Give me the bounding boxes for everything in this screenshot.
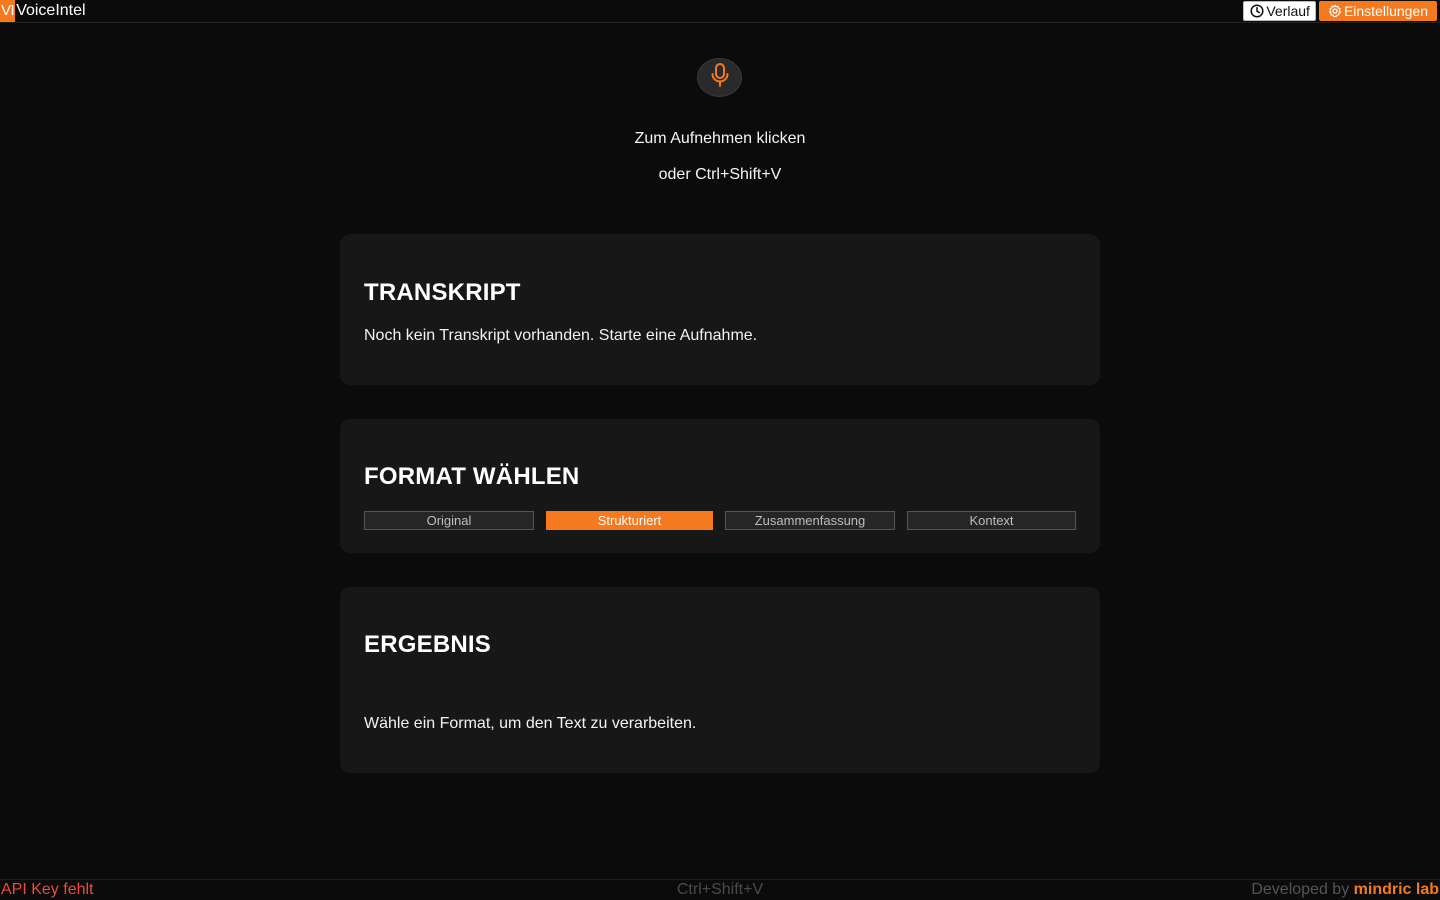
shortcut-hint: Ctrl+Shift+V xyxy=(676,881,764,898)
credit-brand-link[interactable]: mindric lab xyxy=(1354,881,1439,898)
format-card: FORMAT WÄHLEN Original Strukturiert Zusa… xyxy=(340,419,1100,553)
microphone-icon xyxy=(709,62,731,93)
record-shortcut-hint: oder Ctrl+Shift+V xyxy=(658,166,782,183)
credit-prefix: Developed by xyxy=(1251,881,1350,898)
top-bar: VI VoiceIntel Verlauf Einstellungen xyxy=(0,0,1440,23)
history-button[interactable]: Verlauf xyxy=(1243,1,1316,21)
format-summary-button[interactable]: Zusammenfassung xyxy=(725,511,895,530)
developer-credit: Developed by mindric lab xyxy=(1251,881,1439,899)
format-options: Original Strukturiert Zusammenfassung Ko… xyxy=(364,511,1076,530)
result-card: ERGEBNIS Wähle ein Format, um den Text z… xyxy=(340,587,1100,773)
header-actions: Verlauf Einstellungen xyxy=(1243,1,1440,21)
gear-icon xyxy=(1328,4,1342,18)
brand: VI VoiceIntel xyxy=(0,0,86,23)
transcript-title: TRANSKRIPT xyxy=(364,279,521,306)
transcript-card: TRANSKRIPT Noch kein Transkript vorhande… xyxy=(340,234,1100,385)
status-bar: API Key fehlt Ctrl+Shift+V Developed by … xyxy=(0,879,1440,900)
result-text: Wähle ein Format, um den Text zu verarbe… xyxy=(364,715,697,732)
clock-icon xyxy=(1250,4,1264,18)
record-button[interactable] xyxy=(697,58,742,97)
result-title: ERGEBNIS xyxy=(364,631,491,658)
format-title: FORMAT WÄHLEN xyxy=(364,463,580,490)
settings-button[interactable]: Einstellungen xyxy=(1318,1,1437,21)
format-structured-button[interactable]: Strukturiert xyxy=(546,511,713,530)
app-logo: VI xyxy=(0,0,16,22)
history-label: Verlauf xyxy=(1266,3,1310,19)
settings-label: Einstellungen xyxy=(1343,3,1428,19)
format-original-button[interactable]: Original xyxy=(364,511,534,530)
format-context-button[interactable]: Kontext xyxy=(907,511,1076,530)
app-name: VoiceIntel xyxy=(16,2,86,19)
transcript-text: Noch kein Transkript vorhanden. Starte e… xyxy=(364,327,758,344)
record-hint: Zum Aufnehmen klicken xyxy=(634,130,806,147)
